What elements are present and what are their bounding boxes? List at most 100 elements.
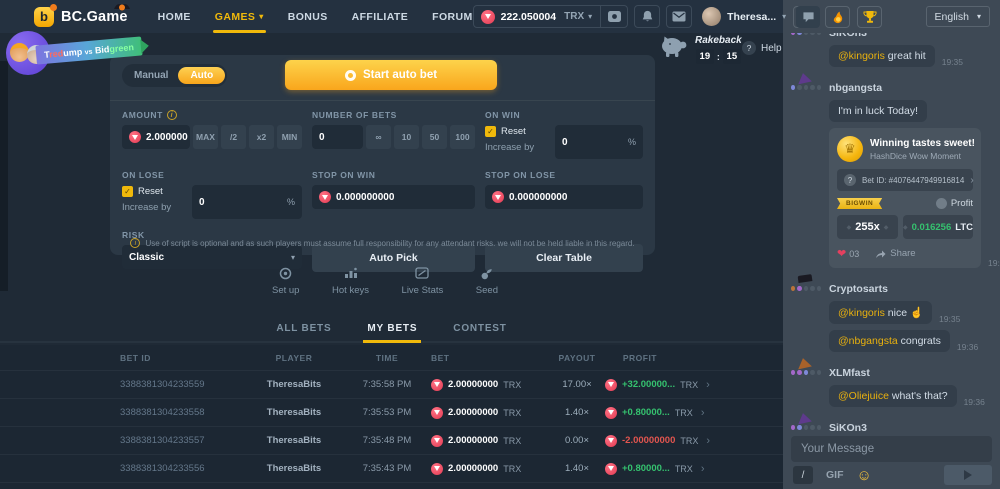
hand-emoji-icon: ☝ — [910, 307, 923, 319]
chat-time: 19:35 — [942, 57, 963, 67]
question-icon: ? — [844, 174, 856, 186]
bet-amount: 2.00000000 — [448, 435, 498, 446]
stop-on-win-field: STOP ON WIN 0.000000000 — [312, 170, 475, 219]
table-row[interactable]: 3388381304233559 TheresaBits 7:35:58 PM … — [0, 371, 783, 399]
stop-on-win-label: STOP ON WIN — [312, 170, 375, 180]
hotkeys-bars-icon — [344, 267, 358, 279]
setup-button[interactable]: Set up — [272, 266, 299, 296]
table-row[interactable]: 3388381304233557 TheresaBits 7:35:48 PM … — [0, 427, 783, 455]
bell-icon — [641, 10, 654, 23]
tab-all-bets[interactable]: ALL BETS — [272, 316, 335, 341]
chat-username[interactable]: XLMfast — [829, 367, 992, 379]
amount-input[interactable]: 2.000000 — [122, 125, 190, 149]
chat-toggle-button[interactable] — [796, 6, 820, 28]
timer-separator: : — [717, 52, 720, 62]
logo-text: BC.Game — [61, 9, 128, 25]
emoji-picker-button[interactable]: ☺ — [857, 468, 872, 483]
trx-coin-icon — [431, 463, 443, 475]
like-button[interactable]: ❤03 — [837, 247, 859, 260]
amount-max-button[interactable]: MAX — [193, 125, 218, 149]
bets-infinity-button[interactable]: ∞ — [366, 125, 391, 149]
bet-currency: TRX — [503, 436, 521, 446]
chat-message: SiKOn3 @kingoris great hit 19:35 — [791, 33, 992, 67]
chat-text: I'm in luck Today! — [838, 105, 918, 117]
amount-double-button[interactable]: x2 — [249, 125, 274, 149]
promo-banner[interactable]: Tredump vs Bidgreen — [6, 29, 146, 83]
seed-icon — [480, 267, 493, 280]
start-auto-bet-button[interactable]: Start auto bet — [285, 60, 497, 90]
chat-username[interactable]: Cryptosarts — [829, 283, 992, 295]
table-row[interactable]: 3388381304233556 TheresaBits 7:35:43 PM … — [0, 455, 783, 483]
chat-text: what's that? — [892, 390, 948, 402]
chat-toolbar: / GIF ☺ — [793, 465, 992, 485]
gif-button[interactable]: GIF — [826, 469, 844, 481]
number-of-bets-value: 0 — [319, 132, 325, 143]
amount-half-button[interactable]: /2 — [221, 125, 246, 149]
menu-forum[interactable]: FORUM — [432, 0, 473, 33]
on-lose-reset-checkbox[interactable]: ✓ — [122, 186, 133, 197]
chat-username[interactable]: SiKOn3 — [829, 33, 992, 39]
mention[interactable]: @nbgangsta — [838, 335, 898, 347]
table-row[interactable]: 3388381304233558 TheresaBits 7:35:53 PM … — [0, 399, 783, 427]
navbar-right: 222.050004 TRX ▾ Theresa... ▾ — [473, 5, 821, 28]
mention[interactable]: @kingoris — [838, 307, 885, 319]
on-win-increase-input[interactable]: 0% — [555, 125, 643, 159]
multiplier-box: ◆255x◆ — [837, 215, 898, 239]
language-select[interactable]: English ▾ — [926, 6, 990, 27]
medal-badges — [791, 370, 821, 375]
chat-contest-button[interactable] — [857, 6, 882, 28]
chevron-right-icon: › — [706, 435, 710, 447]
help-button[interactable]: ? Help — [742, 41, 782, 55]
bet-id-link[interactable]: ? Bet ID: #4076447949916814 › — [837, 169, 973, 191]
seed-button[interactable]: Seed — [476, 266, 498, 296]
info-icon[interactable]: i — [167, 110, 177, 120]
balance-selector[interactable]: 222.050004 TRX ▾ — [473, 5, 629, 28]
clear-table-button[interactable]: Clear Table — [485, 244, 643, 272]
amount-min-button[interactable]: MIN — [277, 125, 302, 149]
live-stats-button[interactable]: Live Stats — [402, 266, 444, 296]
bets-100-button[interactable]: 100 — [450, 125, 475, 149]
on-win-reset-checkbox[interactable]: ✓ — [485, 126, 496, 137]
time: 7:35:58 PM — [343, 379, 431, 390]
tab-contest[interactable]: CONTEST — [449, 316, 510, 341]
chat-fireball-button[interactable] — [825, 6, 850, 28]
coin-icon — [936, 198, 947, 209]
stop-on-win-value: 0.000000000 — [336, 192, 394, 203]
mention[interactable]: @kingoris — [838, 50, 885, 62]
bets-10-button[interactable]: 10 — [394, 125, 419, 149]
heart-icon: ❤ — [837, 247, 846, 260]
diamond-icon: ◆ — [884, 224, 889, 231]
chevron-down-icon: ▾ — [588, 12, 592, 21]
on-lose-value: 0 — [199, 197, 205, 208]
wallet-button[interactable] — [601, 5, 627, 28]
number-of-bets-input[interactable]: 0 — [312, 125, 363, 149]
menu-games[interactable]: GAMES▾ — [215, 0, 264, 33]
hotkeys-button[interactable]: Hot keys — [332, 266, 369, 296]
tab-my-bets[interactable]: MY BETS — [363, 316, 421, 341]
messages-button[interactable] — [666, 5, 692, 28]
chat-username[interactable]: SiKOn3 — [829, 422, 992, 433]
share-button[interactable]: Share — [875, 248, 915, 259]
chat-username[interactable]: nbgangsta — [829, 82, 992, 94]
rakeback-widget[interactable]: Rakeback 19 : 15 — [660, 35, 742, 64]
stop-on-win-input[interactable]: 0.000000000 — [312, 185, 475, 209]
bets-50-button[interactable]: 50 — [422, 125, 447, 149]
mention[interactable]: @Oliejuice — [838, 390, 889, 402]
user-menu[interactable]: Theresa... ▾ — [702, 7, 786, 26]
chat-message: XLMfast @Oliejuice what's that? 19:36 — [791, 365, 992, 407]
stop-on-lose-input[interactable]: 0.000000000 — [485, 185, 643, 209]
on-lose-increase-input[interactable]: 0% — [192, 185, 302, 219]
send-button[interactable] — [944, 465, 992, 485]
amount-field: AMOUNTi 2.000000 MAX /2 x2 MIN — [122, 110, 302, 159]
wallet-icon — [607, 10, 622, 23]
menu-home[interactable]: HOME — [158, 0, 191, 33]
chat-time: 19:36 — [964, 397, 985, 407]
notifications-button[interactable] — [634, 5, 660, 28]
chat-message-input[interactable] — [791, 436, 992, 462]
menu-affiliate[interactable]: AFFILIATE — [352, 0, 408, 33]
logo[interactable]: b BC.Game — [34, 7, 128, 27]
chat-bubble: @nbgangsta congrats — [829, 330, 950, 352]
auto-mode-button[interactable]: Auto — [178, 67, 225, 84]
slash-command-button[interactable]: / — [793, 466, 813, 484]
menu-bonus[interactable]: BONUS — [288, 0, 328, 33]
